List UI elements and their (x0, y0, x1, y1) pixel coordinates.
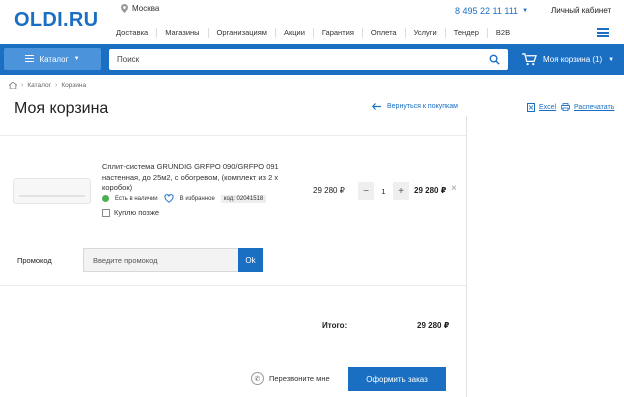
add-to-favorites-link[interactable]: В избранное (180, 196, 215, 202)
printer-icon (561, 103, 570, 111)
column-divider (466, 116, 467, 397)
nav-item-b2b[interactable]: B2B (496, 28, 518, 38)
print-link-text: Распечатать (574, 103, 615, 111)
chevron-down-icon: ▼ (608, 56, 615, 63)
city-selector[interactable]: Москва (121, 4, 159, 13)
product-name[interactable]: Сплит-система GRUNDIG GRFPO 090/GRFPO 09… (102, 162, 307, 194)
print-link[interactable]: Распечатать (561, 103, 614, 111)
breadcrumb-separator: › (21, 82, 24, 89)
arrow-left-icon (372, 103, 381, 110)
in-stock-dot-icon (102, 195, 109, 202)
home-icon[interactable] (9, 82, 17, 89)
apply-promo-button[interactable]: Ok (238, 248, 263, 272)
nav-item-promotions[interactable]: Акции (284, 28, 314, 38)
excel-export-link[interactable]: Excel (527, 103, 556, 112)
total-label: Итого: (322, 321, 348, 330)
nav-item-stores[interactable]: Магазины (165, 28, 209, 38)
list-icon (25, 54, 35, 64)
product-code: код: 02041518 (220, 194, 267, 203)
phone-icon: ✆ (251, 372, 264, 385)
total-value: 29 280 ₽ (417, 321, 450, 330)
heart-icon[interactable] (164, 194, 174, 203)
nav-item-payment[interactable]: Оплета (371, 28, 406, 38)
nav-item-warranty[interactable]: Гарантия (322, 28, 363, 38)
buy-later-label: Куплю позже (114, 208, 160, 217)
location-pin-icon (121, 4, 128, 13)
nav-item-organizations[interactable]: Организациям (217, 28, 276, 38)
promo-field (83, 248, 238, 272)
cart-button[interactable]: Моя корзина (1) ▼ (522, 53, 614, 66)
callback-text: Перезвоните мне (269, 374, 330, 383)
cart-icon (522, 53, 537, 66)
checkout-button[interactable]: Оформить заказ (348, 367, 446, 391)
buy-later-option[interactable]: Куплю позже (102, 208, 159, 217)
search-icon[interactable] (489, 54, 500, 65)
phone-text: 8 495 22 11 111 (455, 6, 519, 16)
callback-link[interactable]: ✆ Перезвоните мне (251, 372, 330, 385)
line-total: 29 280 ₽ (414, 186, 447, 195)
breadcrumb-cart: Корзина (61, 82, 87, 89)
divider (0, 285, 466, 286)
top-header: OLDI.RU Москва 8 495 22 11 111 ▼ Личный … (0, 0, 624, 42)
product-image[interactable] (13, 178, 91, 204)
promo-label: Промокод (17, 256, 52, 265)
divider (0, 135, 466, 136)
increase-quantity-button[interactable]: + (393, 182, 409, 200)
back-link-text: Вернуться к покупкам (387, 103, 458, 110)
breadcrumb: › Каталог › Корзина (9, 82, 86, 89)
unit-price: 29 280 ₽ (313, 186, 345, 195)
search-input[interactable] (109, 49, 479, 70)
search-bar-strip: Каталог ▼ Моя корзина (1) ▼ (0, 44, 624, 75)
nav-item-delivery[interactable]: Доставка (116, 28, 158, 38)
back-to-shopping-link[interactable]: Вернуться к покупкам (372, 103, 458, 110)
remove-item-button[interactable]: × (451, 183, 457, 194)
breadcrumb-separator: › (54, 82, 58, 89)
nav-item-services[interactable]: Услуги (414, 28, 446, 38)
cart-label: Моя корзина (1) (543, 55, 603, 64)
chevron-down-icon: ▼ (73, 56, 80, 62)
quantity-value[interactable]: 1 (374, 182, 393, 200)
availability-text: Есть в наличии (115, 195, 158, 202)
chevron-down-icon: ▼ (522, 8, 529, 14)
main-nav: Доставка Магазины Организациям Акции Гар… (116, 28, 526, 38)
catalog-button[interactable]: Каталог ▼ (4, 48, 101, 70)
search-box (109, 49, 508, 70)
account-link[interactable]: Личный кабинет (551, 6, 611, 15)
excel-icon (527, 103, 535, 112)
promo-code-input[interactable] (84, 249, 234, 271)
site-logo[interactable]: OLDI.RU (14, 9, 98, 32)
buy-later-checkbox[interactable] (102, 208, 110, 217)
city-name: Москва (132, 4, 160, 13)
product-meta: Есть в наличии В избранное код: 02041518 (102, 194, 267, 203)
phone-number[interactable]: 8 495 22 11 111 ▼ (455, 6, 528, 16)
menu-icon[interactable] (597, 28, 609, 37)
excel-link-text: Excel (539, 104, 557, 111)
nav-item-tender[interactable]: Тендер (454, 28, 488, 38)
quantity-stepper: − 1 + (358, 182, 409, 200)
breadcrumb-catalog[interactable]: Каталог (27, 82, 51, 89)
catalog-label: Каталог (39, 54, 69, 64)
decrease-quantity-button[interactable]: − (358, 182, 374, 200)
page-title: Моя корзина (14, 100, 109, 117)
